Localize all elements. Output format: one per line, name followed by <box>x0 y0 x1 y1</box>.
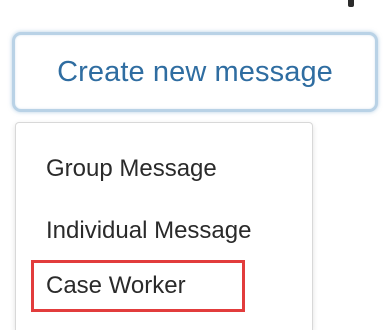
screen: Create new message Group Message Individ… <box>0 0 386 330</box>
menu-item-group-message[interactable]: Group Message <box>46 155 217 183</box>
create-new-message-button[interactable]: Create new message <box>12 32 378 112</box>
create-new-message-label: Create new message <box>57 55 333 88</box>
menu-item-case-worker[interactable]: Case Worker <box>31 260 245 312</box>
cropped-element-fragment <box>348 0 354 7</box>
message-type-dropdown: Group Message Individual Message Case Wo… <box>15 122 313 330</box>
menu-item-individual-message[interactable]: Individual Message <box>46 217 251 245</box>
menu-item-case-worker-label: Case Worker <box>46 272 186 299</box>
